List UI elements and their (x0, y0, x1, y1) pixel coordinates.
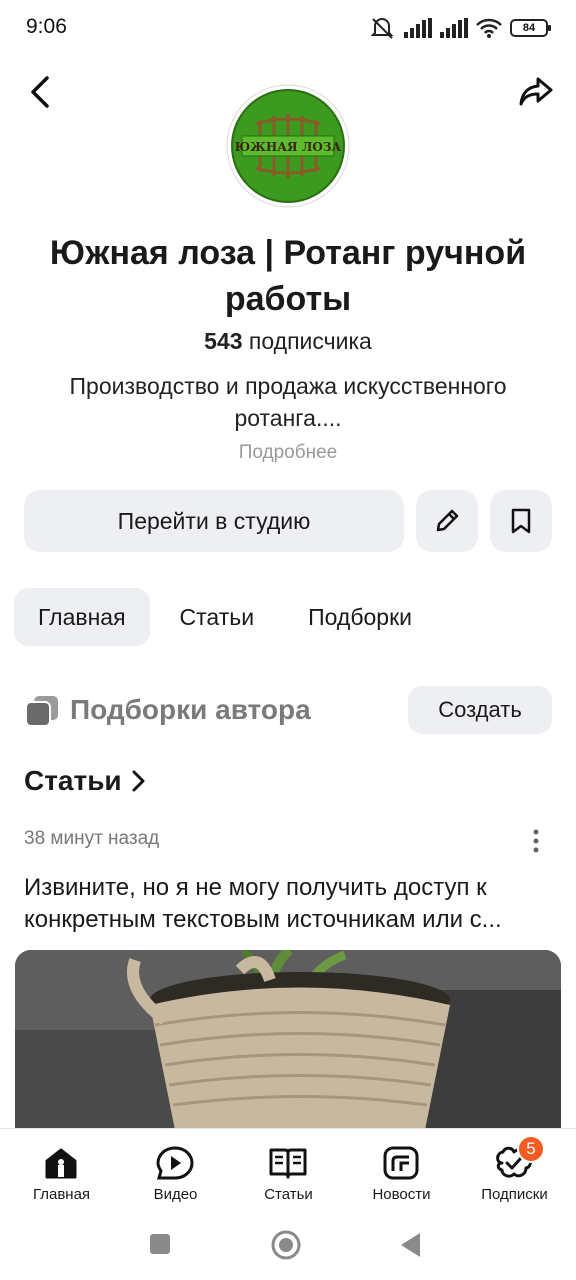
back-arrow-icon (31, 76, 49, 108)
logo-text: ЮЖНАЯ ЛОЗА (235, 140, 342, 154)
subscribers-number: 543 (204, 328, 243, 354)
home-icon (45, 1148, 77, 1179)
bookmark-button[interactable] (490, 490, 552, 552)
nav-news[interactable]: Новости (344, 1129, 459, 1213)
articles-heading[interactable]: Статьи (24, 765, 146, 797)
status-icons: 84 (370, 14, 551, 42)
news-icon (383, 1146, 419, 1180)
wifi-icon (476, 18, 502, 38)
subscribers-label: подписчика (248, 328, 372, 354)
collections-icon (25, 696, 58, 727)
nav-video-label: Видео (153, 1186, 198, 1203)
post-image[interactable] (15, 950, 561, 1130)
bookmark-icon (511, 508, 531, 534)
nav-news-label: Новости (372, 1186, 431, 1203)
battery-icon: 84 (510, 19, 551, 37)
nav-subscriptions-label: Подписки (481, 1186, 548, 1203)
share-icon (519, 77, 553, 106)
nav-home-label: Главная (32, 1186, 91, 1203)
edit-button[interactable] (416, 490, 478, 552)
go-to-studio-button[interactable]: Перейти в студию (24, 490, 404, 552)
channel-title: Южная лоза | Ротанг ручной работы (49, 234, 527, 318)
subscriptions-badge: 5 (517, 1135, 545, 1163)
articles-heading-label: Статьи (24, 765, 122, 796)
tab-collections[interactable]: Подборки (284, 588, 436, 646)
status-bar: 9:06 84 (0, 0, 576, 56)
video-icon (156, 1146, 194, 1180)
signal-icon-2 (440, 18, 468, 38)
tab-articles[interactable]: Статьи (156, 588, 279, 646)
bottom-navigation: Главная Видео Статьи Новости 5 Подписки (0, 1128, 576, 1212)
status-time: 9:06 (26, 15, 67, 38)
nav-articles-label: Статьи (264, 1186, 313, 1203)
recent-apps-icon[interactable] (148, 1232, 172, 1256)
more-vertical-icon (533, 829, 539, 853)
back-button[interactable] (18, 70, 62, 114)
signal-icon (404, 18, 432, 38)
channel-tabs: Главная Статьи Подборки (14, 588, 436, 646)
more-link[interactable]: Подробнее (0, 442, 576, 464)
pencil-icon (436, 509, 459, 532)
collections-title: Подборки автора (70, 694, 311, 725)
home-circle-icon[interactable] (270, 1229, 302, 1261)
chevron-right-icon (132, 770, 145, 792)
channel-logo: ЮЖНАЯ ЛОЗА (226, 84, 350, 208)
create-collection-button[interactable]: Создать (408, 686, 552, 734)
subscribers-count: 543 подписчика (0, 328, 576, 355)
nav-subscriptions[interactable]: 5 Подписки (457, 1129, 572, 1213)
post-text[interactable]: Извините, но я не могу получить доступ к… (24, 872, 554, 936)
system-navigation-bar (0, 1212, 576, 1280)
articles-icon (269, 1148, 307, 1179)
channel-description: Производство и продажа искусственного ро… (69, 373, 507, 431)
nav-video[interactable]: Видео (118, 1129, 233, 1213)
mute-alarm-icon (370, 18, 394, 39)
author-collections: Подборки автора Создать (24, 686, 554, 736)
share-button[interactable] (514, 70, 558, 114)
nav-home[interactable]: Главная (4, 1129, 119, 1213)
back-triangle-icon[interactable] (398, 1231, 424, 1259)
tab-main[interactable]: Главная (14, 588, 150, 646)
post-more-button[interactable] (522, 826, 550, 856)
nav-articles[interactable]: Статьи (231, 1129, 346, 1213)
post-time: 38 минут назад (24, 828, 160, 849)
